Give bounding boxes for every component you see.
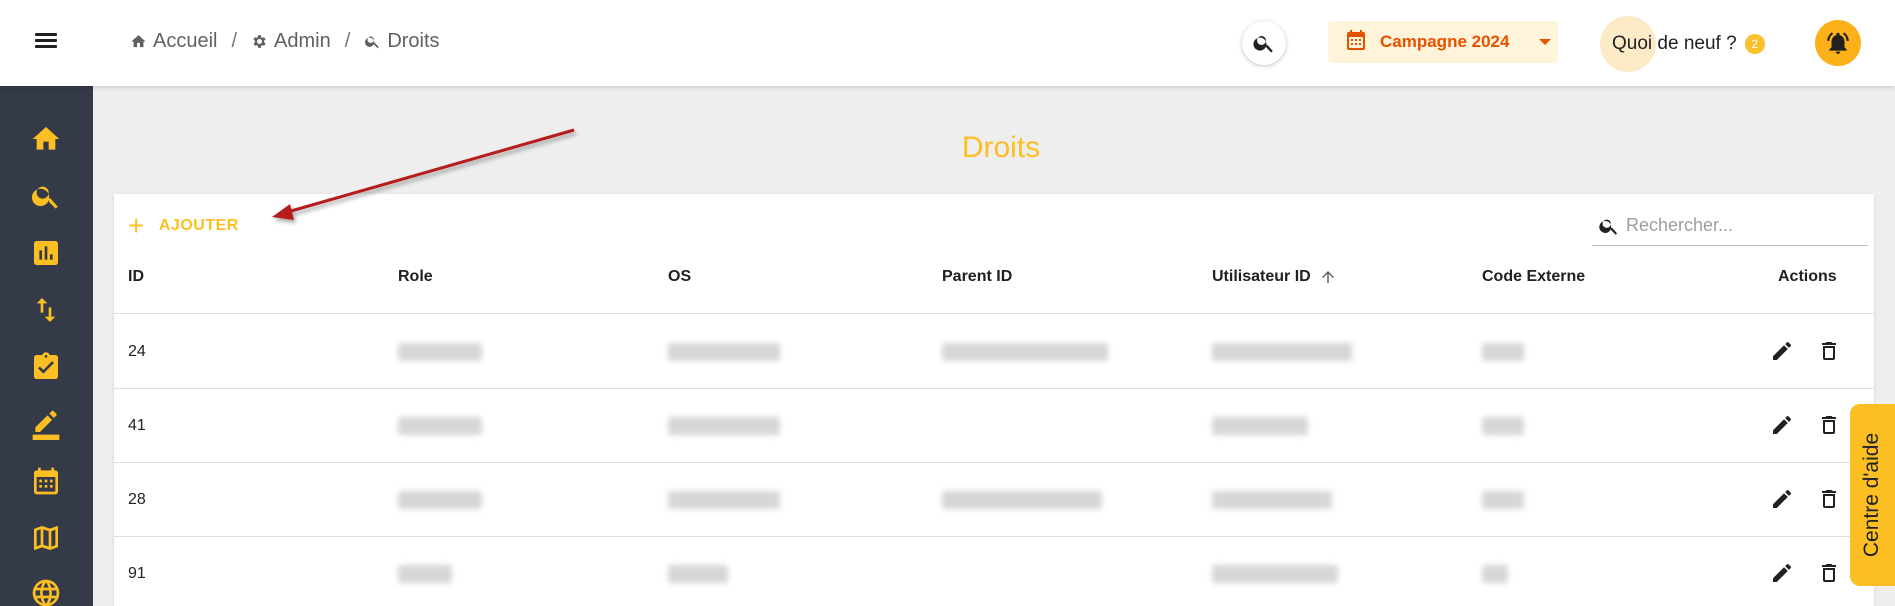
sidebar: [0, 86, 93, 606]
ball-icon: [32, 579, 60, 606]
sidebar-item-home[interactable]: [29, 122, 63, 156]
redacted-code-externe: [1482, 417, 1524, 435]
home-icon: [131, 35, 146, 48]
redacted-code-externe: [1482, 343, 1524, 361]
sidebar-item-calendar[interactable]: [29, 464, 63, 498]
sidebar-item-transfers[interactable]: [29, 293, 63, 327]
column-header-utilisateur-id[interactable]: Utilisateur ID: [1212, 268, 1337, 286]
table-row[interactable]: 41: [114, 389, 1874, 463]
redacted-user-id: [1212, 417, 1308, 435]
column-header-label: Utilisateur ID: [1212, 268, 1311, 285]
chevron-down-icon: [1539, 39, 1552, 45]
top-bar: Accueil / Admin / Droits Campagne 2024 Q…: [0, 0, 1895, 86]
map-icon: [34, 526, 58, 550]
swap-vertical-icon: [36, 298, 56, 322]
edit-pen-icon: [32, 410, 60, 440]
campaign-label: Campagne 2024: [1380, 32, 1510, 51]
add-button[interactable]: + AJOUTER: [128, 212, 239, 240]
breadcrumb-item-admin[interactable]: Admin: [251, 30, 331, 53]
delete-icon[interactable]: [1817, 339, 1841, 363]
column-header-os[interactable]: OS: [668, 268, 691, 286]
search-icon: [31, 186, 58, 209]
add-button-label: AJOUTER: [158, 217, 239, 234]
breadcrumb: Accueil / Admin / Droits: [130, 30, 440, 53]
edit-icon[interactable]: [1770, 339, 1794, 363]
delete-icon[interactable]: [1817, 487, 1841, 511]
news-count-badge: 2: [1744, 34, 1765, 54]
calendar-icon: [1344, 28, 1368, 57]
redacted-os: [668, 343, 780, 361]
table-row[interactable]: 28: [114, 463, 1874, 537]
sidebar-item-sport[interactable]: [29, 576, 63, 606]
calendar-icon: [34, 467, 58, 495]
breadcrumb-item-accueil[interactable]: Accueil: [130, 30, 217, 53]
column-header-code-externe[interactable]: Code Externe: [1482, 268, 1585, 286]
breadcrumb-label: Droits: [387, 30, 440, 52]
column-header-parent-id[interactable]: Parent ID: [942, 268, 1012, 286]
cell-id: 28: [128, 491, 146, 508]
redacted-os: [668, 417, 780, 435]
table-header: ID Role OS Parent ID Utilisateur ID Code…: [114, 242, 1874, 314]
column-header-actions: Actions: [1778, 268, 1837, 285]
sidebar-item-tasks[interactable]: [29, 350, 63, 384]
assignment-check-icon: [34, 352, 58, 379]
redacted-parent-id: [942, 343, 1108, 361]
notifications-button[interactable]: [1815, 20, 1861, 66]
edit-icon[interactable]: [1770, 413, 1794, 437]
global-search-button[interactable]: [1242, 21, 1286, 65]
page-title: Droits: [961, 131, 1041, 164]
breadcrumb-label: Admin: [274, 30, 331, 52]
breadcrumb-separator: /: [344, 30, 351, 52]
redacted-role: [398, 491, 482, 509]
menu-icon[interactable]: [30, 30, 62, 56]
redacted-user-id: [1212, 343, 1352, 361]
sidebar-item-search[interactable]: [29, 179, 63, 213]
redacted-os: [668, 565, 728, 583]
redacted-user-id: [1212, 565, 1338, 583]
search-icon: [1253, 36, 1273, 53]
rights-table-card: + AJOUTER ID Role OS Parent ID Utilisate…: [114, 194, 1874, 606]
whats-new-button[interactable]: Quoi de neuf ? 2: [1598, 16, 1765, 72]
table-row[interactable]: 24: [114, 315, 1874, 389]
table-search: [1592, 206, 1868, 246]
help-center-tab[interactable]: Centre d'aide: [1850, 404, 1895, 586]
cell-id: 41: [128, 417, 146, 434]
breadcrumb-item-droits[interactable]: Droits: [364, 30, 440, 53]
cell-id: 24: [128, 343, 146, 360]
delete-icon[interactable]: [1817, 561, 1841, 585]
breadcrumb-label: Accueil: [153, 30, 218, 52]
sidebar-item-edit[interactable]: [29, 407, 63, 441]
edit-icon[interactable]: [1770, 487, 1794, 511]
search-icon: [1599, 219, 1618, 235]
arrow-up-icon: [1321, 271, 1334, 283]
redacted-os: [668, 491, 780, 509]
column-header-role[interactable]: Role: [398, 268, 433, 286]
plus-icon: +: [128, 210, 145, 241]
gear-icon: [253, 35, 266, 48]
search-icon: [365, 36, 380, 49]
redacted-role: [398, 343, 482, 361]
breadcrumb-separator: /: [231, 30, 238, 52]
redacted-code-externe: [1482, 491, 1524, 509]
home-icon: [32, 127, 60, 150]
search-input[interactable]: [1626, 215, 1846, 236]
edit-icon[interactable]: [1770, 561, 1794, 585]
whats-new-label: Quoi de neuf ?: [1612, 33, 1737, 54]
bell-ring-icon: [1827, 32, 1849, 54]
campaign-selector[interactable]: Campagne 2024: [1328, 21, 1558, 63]
redacted-code-externe: [1482, 565, 1508, 583]
redacted-role: [398, 565, 452, 583]
table-row[interactable]: 91: [114, 537, 1874, 606]
cell-id: 91: [128, 565, 146, 582]
redacted-role: [398, 417, 482, 435]
bar-chart-icon: [34, 241, 58, 265]
column-header-id[interactable]: ID: [128, 268, 144, 286]
help-center-label: Centre d'aide: [1860, 432, 1884, 558]
redacted-parent-id: [942, 491, 1102, 509]
redacted-user-id: [1212, 491, 1332, 509]
delete-icon[interactable]: [1817, 413, 1841, 437]
sidebar-item-stats[interactable]: [29, 236, 63, 270]
sidebar-item-map[interactable]: [29, 521, 63, 555]
